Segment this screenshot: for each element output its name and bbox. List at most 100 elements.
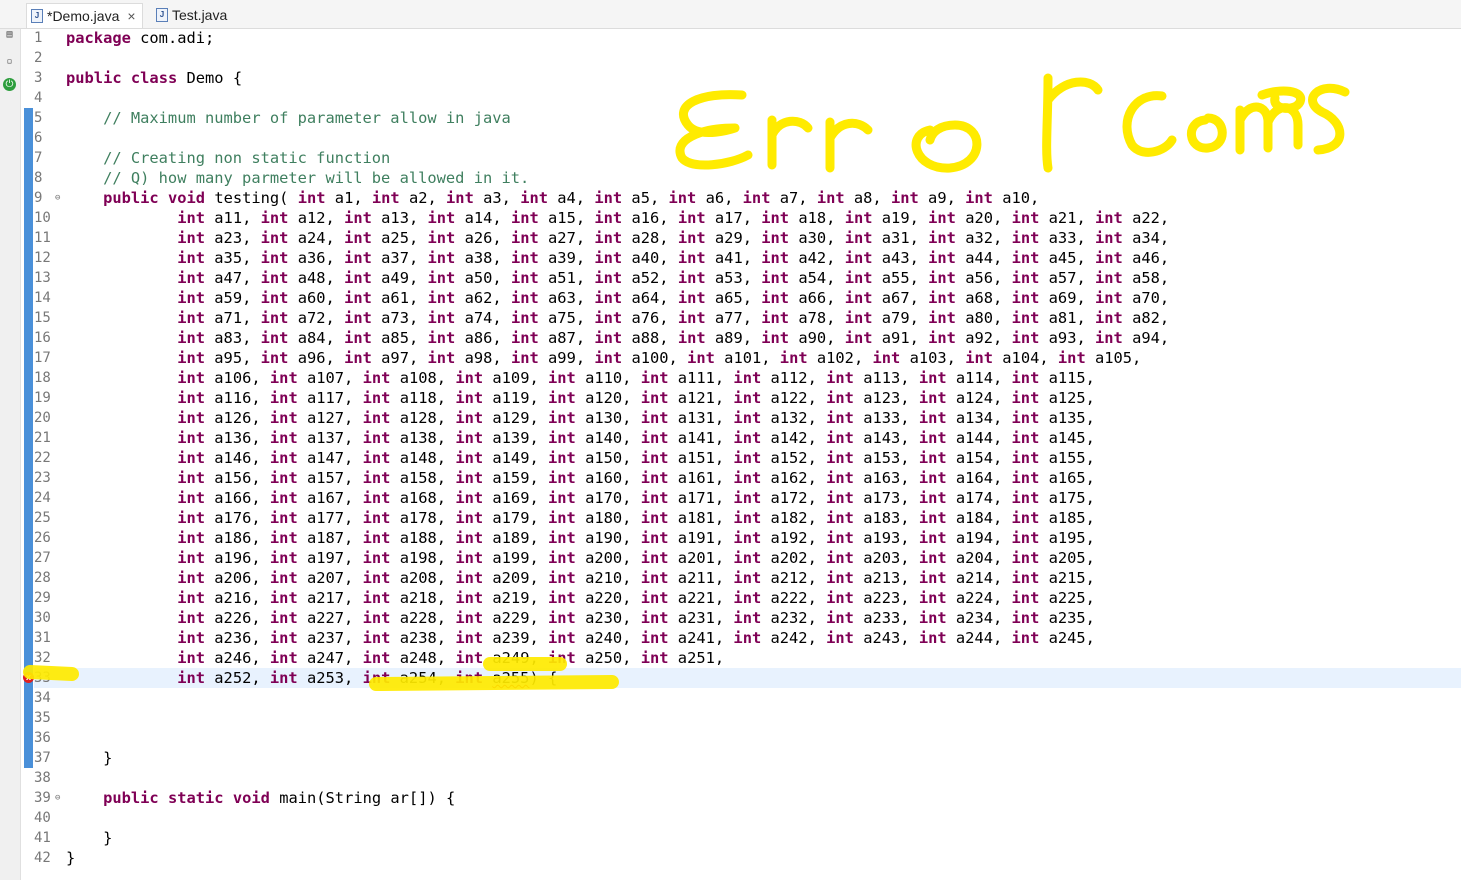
code-line[interactable]: 11 int a23, int a24, int a25, int a26, i… <box>0 228 1461 248</box>
code-line[interactable]: 33 int a252, int a253, int a254, int a25… <box>0 668 1461 688</box>
code-line[interactable]: 26 int a186, int a187, int a188, int a18… <box>0 528 1461 548</box>
code-line[interactable]: 20 int a126, int a127, int a128, int a12… <box>0 408 1461 428</box>
error-marker-icon[interactable]: x <box>23 672 34 683</box>
code-line[interactable]: 34 <box>0 688 1461 708</box>
code-line[interactable]: 12 int a35, int a36, int a37, int a38, i… <box>0 248 1461 268</box>
code-token: a151, <box>668 449 725 467</box>
code-text: public static void main(String ar[]) { <box>66 788 455 808</box>
code-token: a142, <box>761 429 817 447</box>
code-line[interactable]: 18 int a106, int a107, int a108, int a10… <box>0 368 1461 388</box>
code-line[interactable]: 3 public class Demo { <box>0 68 1461 88</box>
code-line[interactable]: 24 int a166, int a167, int a168, int a16… <box>0 488 1461 508</box>
code-line[interactable]: 35 <box>0 708 1461 728</box>
code-token: a171, <box>668 489 725 507</box>
keyword-token: int <box>362 589 391 607</box>
code-line[interactable]: 41 } <box>0 828 1461 848</box>
tab-demo-java[interactable]: J *Demo.java × <box>26 3 143 28</box>
code-token: a219, <box>483 589 539 607</box>
code-token: a62, <box>455 289 502 307</box>
keyword-token: int <box>677 269 706 287</box>
code-line[interactable]: 1 package com.adi; <box>0 28 1461 48</box>
code-token: Demo { <box>177 69 243 87</box>
code-line[interactable]: 42} <box>0 848 1461 868</box>
line-number: 25 <box>34 510 51 526</box>
code-line[interactable]: 23 int a156, int a157, int a158, int a15… <box>0 468 1461 488</box>
tab-test-java[interactable]: J Test.java <box>156 3 227 27</box>
code-line[interactable]: 19 int a116, int a117, int a118, int a11… <box>0 388 1461 408</box>
code-line[interactable]: 14 int a59, int a60, int a61, int a62, i… <box>0 288 1461 308</box>
code-line[interactable]: 38 <box>0 768 1461 788</box>
code-line[interactable]: 25 int a176, int a177, int a178, int a17… <box>0 508 1461 528</box>
line-number: 17 <box>34 350 51 366</box>
code-line[interactable]: 5 // Maximum number of parameter allow i… <box>0 108 1461 128</box>
code-line[interactable]: 21 int a136, int a137, int a138, int a13… <box>0 428 1461 448</box>
keyword-token: int <box>761 269 790 287</box>
keyword-token: int <box>427 229 456 247</box>
keyword-token: int <box>742 189 771 207</box>
fold-toggle-icon[interactable]: ⊖ <box>55 788 60 808</box>
code-token: a99, <box>538 349 586 367</box>
code-line[interactable]: 31 int a236, int a237, int a238, int a23… <box>0 628 1461 648</box>
code-token: a190, <box>575 529 632 547</box>
code-line[interactable]: 15 int a71, int a72, int a73, int a74, i… <box>0 308 1461 328</box>
keyword-token: int <box>427 269 456 287</box>
code-line[interactable]: 40 <box>0 808 1461 828</box>
keyword-token: int <box>928 249 956 267</box>
keyword-token: int <box>918 369 947 387</box>
code-line[interactable]: 6 <box>0 128 1461 148</box>
code-line[interactable]: 22 int a146, int a147, int a148, int a14… <box>0 448 1461 468</box>
code-line[interactable]: 7 // Creating non static function <box>0 148 1461 168</box>
keyword-token: int <box>455 429 484 447</box>
code-token: a188, <box>390 529 447 547</box>
code-line[interactable]: 4 <box>0 88 1461 108</box>
code-line[interactable]: 39 ⊖ public static void main(String ar[])… <box>0 788 1461 808</box>
keyword-token: int <box>594 229 623 247</box>
code-line[interactable]: 2 <box>0 48 1461 68</box>
code-line[interactable]: 29 int a216, int a217, int a218, int a21… <box>0 588 1461 608</box>
code-line[interactable]: 8 // Q) how many parmeter will be allowe… <box>0 168 1461 188</box>
code-token: a128, <box>390 409 447 427</box>
keyword-token: int <box>510 289 539 307</box>
keyword-token: int <box>177 229 206 247</box>
code-token: a75, <box>538 309 586 327</box>
code-line[interactable]: 16 int a83, int a84, int a85, int a86, i… <box>0 328 1461 348</box>
code-token: a152, <box>761 449 817 467</box>
code-token: a55, <box>872 269 919 287</box>
code-line[interactable]: 9 ⊖ public void testing( int a1, int a2, … <box>0 188 1461 208</box>
code-token: a76, <box>622 309 669 327</box>
keyword-token: int <box>816 189 845 207</box>
code-token: a89, <box>705 329 752 347</box>
code-token: a106, <box>205 369 261 387</box>
code-line[interactable]: 27 int a196, int a197, int a198, int a19… <box>0 548 1461 568</box>
keyword-token: int <box>594 269 623 287</box>
code-token: a165, <box>1039 469 1095 487</box>
code-line[interactable]: 30 int a226, int a227, int a228, int a22… <box>0 608 1461 628</box>
keyword-token: int <box>362 409 391 427</box>
code-line[interactable]: 37 } <box>0 748 1461 768</box>
close-tab-icon[interactable]: × <box>127 8 135 24</box>
keyword-token: int <box>455 569 484 587</box>
code-text: // Creating non static function <box>66 148 390 168</box>
code-token: a248, <box>390 649 447 667</box>
code-line[interactable]: 10 int a11, int a12, int a13, int a14, i… <box>0 208 1461 228</box>
code-line[interactable]: 32 int a246, int a247, int a248, int a24… <box>0 648 1461 668</box>
code-line[interactable]: 28 int a206, int a207, int a208, int a20… <box>0 568 1461 588</box>
keyword-token: int <box>427 289 456 307</box>
code-line[interactable]: 13 int a47, int a48, int a49, int a50, i… <box>0 268 1461 288</box>
fold-toggle-icon[interactable]: ⊖ <box>55 188 60 208</box>
code-line[interactable]: 17 int a95, int a96, int a97, int a98, i… <box>0 348 1461 368</box>
keyword-token: int <box>733 389 762 407</box>
code-line[interactable]: 36 <box>0 728 1461 748</box>
